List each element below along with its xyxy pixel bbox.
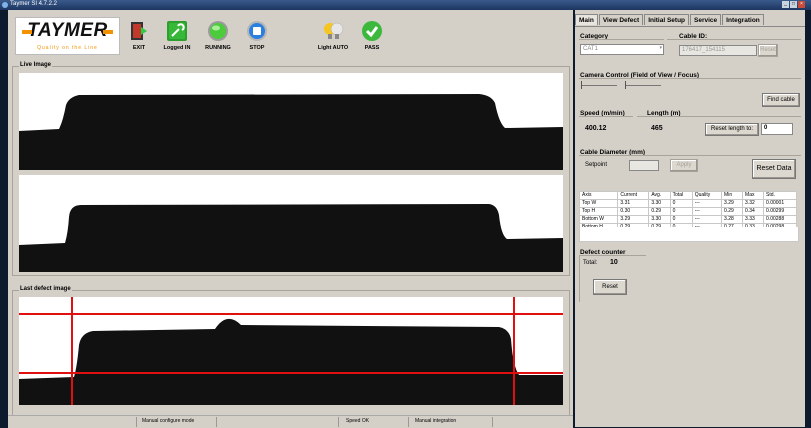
- fov-slider-thumb[interactable]: [581, 81, 582, 89]
- total-label: Total:: [583, 260, 598, 266]
- taymer-logo: TAYMER Quality on the Line: [15, 17, 120, 55]
- col-min: Min: [721, 191, 744, 200]
- main-tab-content: Category CAT1 ▾ Cable ID: 176417_154115 …: [575, 26, 805, 428]
- light-bulb-icon: [322, 20, 344, 42]
- tab-integration[interactable]: Integration: [722, 14, 764, 25]
- table-row: Top W 3.31 3.30 0 --- 3.29 3.32 0.00001: [578, 199, 797, 208]
- status-integration: Manual integration: [415, 418, 457, 424]
- reset-length-button[interactable]: Reset length to:: [705, 123, 759, 136]
- find-cable-button[interactable]: Find cable: [762, 93, 800, 107]
- reset-data-button[interactable]: Reset Data: [752, 159, 796, 179]
- pass-check-icon: [361, 20, 383, 42]
- window-title: Taymer SI 4.7.2.2: [10, 1, 58, 7]
- logged-in-icon: [166, 20, 188, 42]
- running-icon: [207, 20, 229, 42]
- col-quality: Quality: [691, 191, 723, 200]
- close-icon[interactable]: ×: [798, 1, 805, 8]
- logged-in-button[interactable]: Logged IN: [158, 20, 196, 51]
- toolbar: TAYMER Quality on the Line EXIT Logged I…: [8, 10, 573, 60]
- title-bar: Taymer SI 4.7.2.2 _ □ ×: [0, 0, 811, 10]
- pass-status: PASS: [358, 20, 386, 51]
- defect-image: [19, 297, 563, 405]
- defect-marker-left: [71, 297, 73, 405]
- col-max: Max: [742, 191, 765, 200]
- col-axis: Axis: [578, 191, 619, 200]
- defect-total-value: 10: [610, 259, 618, 266]
- reset-counter-button[interactable]: Reset: [593, 279, 627, 295]
- last-defect-group: Last defect image: [12, 286, 570, 416]
- table-empty-area: [579, 227, 799, 242]
- reset-cable-id-button[interactable]: Reset: [758, 44, 778, 57]
- left-panel: TAYMER Quality on the Line EXIT Logged I…: [8, 10, 573, 428]
- setpoint-input[interactable]: [629, 160, 659, 171]
- defect-marker-right: [513, 297, 515, 405]
- exit-button[interactable]: EXIT: [123, 20, 155, 51]
- setpoint-label: Setpoint: [585, 162, 608, 168]
- focus-slider[interactable]: [625, 85, 661, 86]
- last-defect-caption: Last defect image: [19, 286, 72, 292]
- window-controls: _ □ ×: [782, 1, 805, 8]
- chevron-down-icon: ▾: [659, 45, 662, 51]
- right-panel: Main View Defect Initial Setup Service I…: [575, 10, 805, 427]
- category-select[interactable]: CAT1 ▾: [580, 44, 664, 55]
- table-header-row: Axis Current Avg. Total Quality Min Max …: [578, 191, 797, 200]
- status-speed: Speed OK: [346, 418, 370, 424]
- maximize-icon[interactable]: □: [790, 1, 797, 8]
- table-row: Bottom W 3.29 3.30 0 --- 3.28 3.33 0.002…: [578, 215, 797, 224]
- stop-icon: [246, 20, 268, 42]
- minimize-icon[interactable]: _: [782, 1, 789, 8]
- live-image-bottom-view: [19, 175, 563, 272]
- light-auto-button[interactable]: Light AUTO: [313, 20, 353, 51]
- tab-service[interactable]: Service: [690, 14, 722, 25]
- tab-initial-setup[interactable]: Initial Setup: [644, 14, 690, 25]
- tab-view-defect[interactable]: View Defect: [598, 14, 644, 25]
- tab-main[interactable]: Main: [575, 14, 598, 25]
- defect-marker-top: [19, 313, 563, 315]
- stop-button[interactable]: STOP: [241, 20, 273, 51]
- length-value: 465: [651, 125, 663, 132]
- col-avg: Avg.: [648, 191, 671, 200]
- diameter-table: Axis Current Avg. Total Quality Min Max …: [578, 191, 797, 232]
- live-image-top-view: [19, 73, 563, 170]
- defect-marker-bottom: [19, 372, 563, 374]
- live-image-caption: Live Image: [19, 62, 53, 68]
- reset-length-input[interactable]: 0: [761, 123, 793, 135]
- status-mode: Manual configure mode: [142, 418, 195, 424]
- col-current: Current: [617, 191, 650, 200]
- exit-icon: [128, 20, 150, 42]
- focus-slider-thumb[interactable]: [625, 81, 626, 89]
- table-row: Top H 0.30 0.29 0 --- 0.29 0.34 0.00299: [578, 207, 797, 216]
- cable-id-field[interactable]: 176417_154115: [679, 45, 757, 56]
- running-button[interactable]: RUNNING: [200, 20, 236, 51]
- col-std: Std.: [763, 191, 797, 200]
- col-total: Total: [669, 191, 693, 200]
- fov-slider[interactable]: [581, 85, 617, 86]
- live-image-group: Live Image: [12, 62, 570, 276]
- speed-value: 400.12: [585, 125, 607, 132]
- status-bar: Manual configure mode Speed OK Manual in…: [8, 415, 573, 428]
- tab-bar: Main View Defect Initial Setup Service I…: [575, 14, 765, 25]
- apply-button[interactable]: Apply: [670, 159, 698, 172]
- app-icon: [2, 2, 8, 8]
